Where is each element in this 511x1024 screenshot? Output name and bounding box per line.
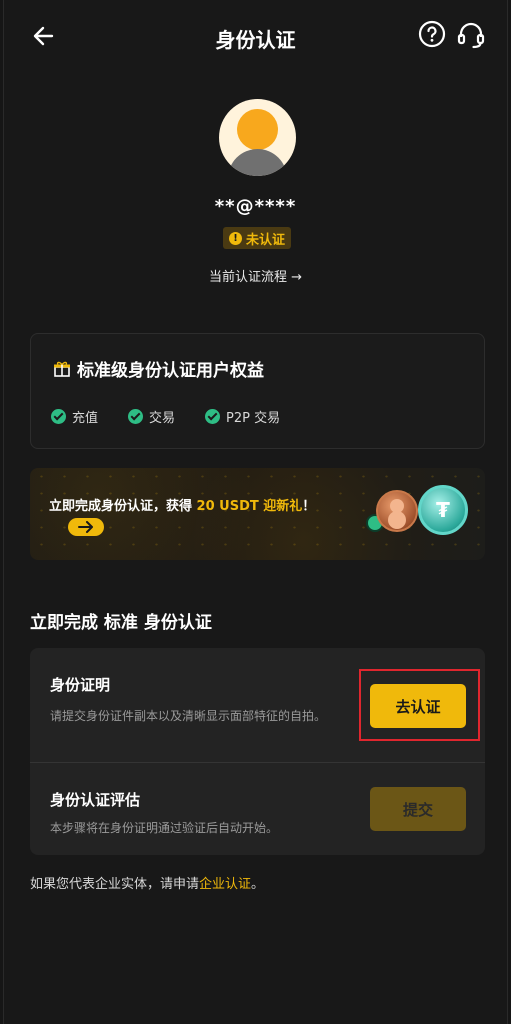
promo-text: 立即完成身份认证，获得 20 USDT 迎新礼！ [49,495,315,514]
check-circle-icon [51,409,66,424]
go-verify-button[interactable]: 去认证 [370,684,466,728]
promo-text-before: 立即完成身份认证，获得 [49,499,197,514]
benefit-label: P2P 交易 [226,411,281,426]
question-circle-icon [418,20,446,48]
benefits-header: 标准级身份认证用户权益 [53,356,264,381]
footer-note: 如果您代表企业实体，请申请企业认证。 [30,873,264,892]
benefit-label: 交易 [149,411,176,426]
step-identity-title: 身份证明 [50,676,111,694]
account-id: **@**** [214,196,297,217]
status-badge-label: 未认证 [245,232,285,248]
top-bar: 身份认证 [0,0,511,70]
benefit-label: 充值 [72,411,99,426]
corporate-verification-link[interactable]: 企业认证 [199,877,251,892]
benefits-card: 标准级身份认证用户权益 充值 交易 P2P 交易 [30,333,485,449]
promo-text-after: ！ [302,499,316,514]
benefit-item-deposit: 充值 [51,407,98,426]
usdt-coin-icon: ₮ [418,485,468,535]
help-button[interactable] [418,20,446,48]
step-assessment-description: 本步骤将在身份证明通过验证后自动开始。 [50,821,279,835]
promo-arrow-button[interactable] [68,518,104,536]
submit-button[interactable]: 提交 [370,787,466,831]
headset-icon [457,22,485,49]
avatar-body [228,149,287,176]
footer-text: 如果您代表企业实体，请申请 [30,877,200,892]
step-divider [30,762,485,763]
arrow-right-icon [78,521,93,533]
support-button[interactable] [456,20,486,50]
benefit-item-trade: 交易 [128,407,175,426]
exclamation-circle-icon: ! [228,231,242,245]
step-identity-description: 请提交身份证件副本以及清晰显示面部特征的自拍。 [50,709,327,723]
avatar-head [237,109,278,150]
avatar [219,99,296,176]
step-assessment-title: 身份认证评估 [50,791,141,809]
benefits-title: 标准级身份认证用户权益 [77,361,264,381]
benefit-item-p2p: P2P 交易 [205,407,280,426]
check-circle-icon [205,409,221,424]
status-badge: ! 未认证 [223,227,291,249]
promo-highlight: 20 USDT 迎新礼 [196,499,303,514]
bronze-coin-icon [376,490,418,532]
verification-steps-card: 身份证明 请提交身份证件副本以及清晰显示面部特征的自拍。 去认证 身份认证评估 … [30,648,485,855]
check-circle-icon [128,409,144,424]
section-title: 立即完成 标准 身份认证 [30,613,212,633]
current-process-link[interactable]: 当前认证流程 → [0,266,511,285]
promo-banner[interactable]: 立即完成身份认证，获得 20 USDT 迎新礼！ ₮ [30,468,485,560]
footer-end: 。 [251,877,265,892]
gift-icon [54,361,70,377]
benefits-list: 充值 交易 P2P 交易 [51,407,310,426]
